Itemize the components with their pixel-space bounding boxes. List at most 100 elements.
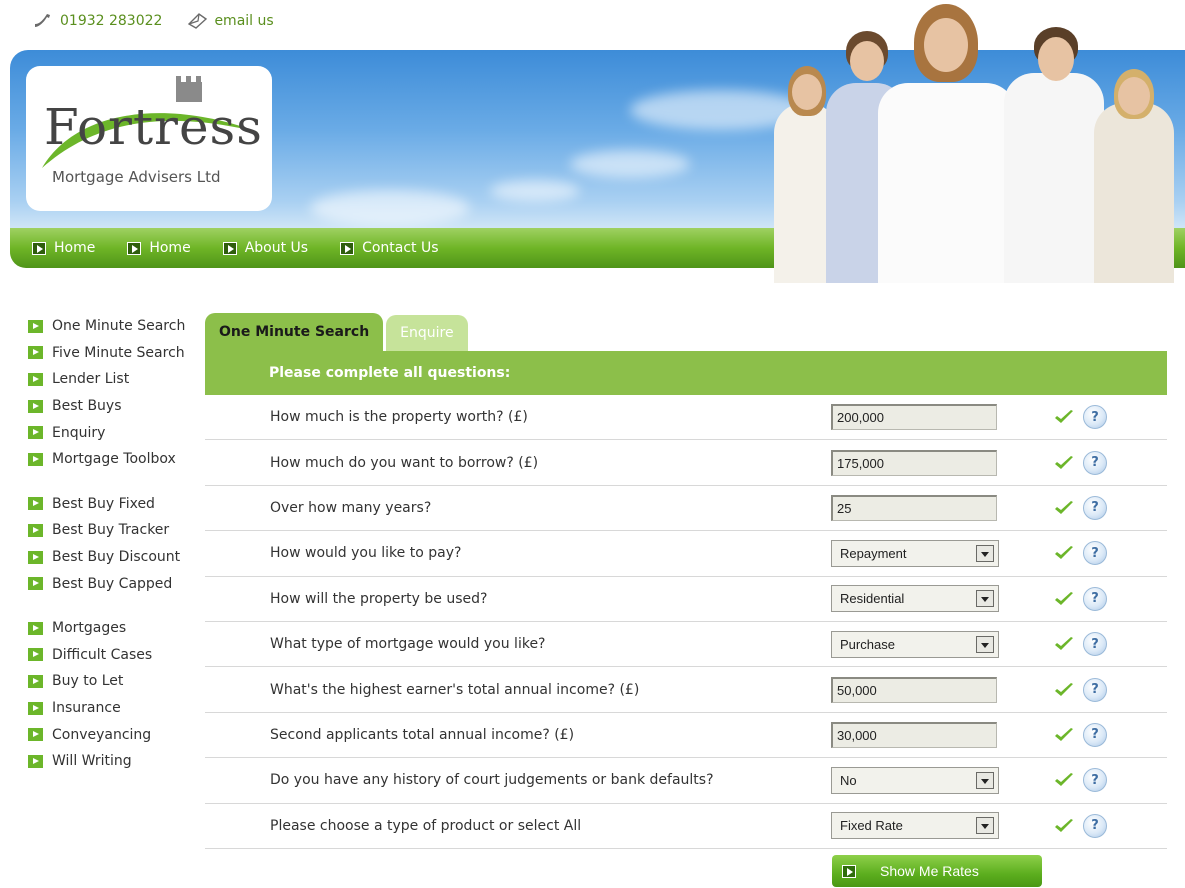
check-icon bbox=[1055, 773, 1073, 787]
help-icon[interactable]: ? bbox=[1083, 813, 1107, 838]
logo-name: Fortress bbox=[44, 98, 263, 156]
payment-type-select[interactable]: Repayment bbox=[831, 539, 999, 567]
team-photo bbox=[772, 0, 1185, 283]
dropdown-arrow-icon[interactable] bbox=[976, 817, 994, 835]
dropdown-arrow-icon[interactable] bbox=[976, 544, 994, 562]
sidebar-label: Buy to Let bbox=[52, 673, 124, 690]
arrow-right-icon bbox=[127, 241, 142, 255]
property-value-input[interactable]: 200,000 bbox=[831, 404, 997, 431]
question-label: Over how many years? bbox=[270, 499, 432, 516]
phone-item: 01932 283022 bbox=[32, 12, 162, 30]
arrow-right-icon bbox=[842, 864, 856, 878]
highest-income-input[interactable]: 50,000 bbox=[831, 676, 997, 703]
sidebar-group-search: One Minute Search Five Minute Search Len… bbox=[28, 313, 204, 473]
sidebar-item-difficult-cases[interactable]: Difficult Cases bbox=[28, 642, 204, 669]
phone-number[interactable]: 01932 283022 bbox=[60, 13, 162, 29]
second-income-input[interactable]: 30,000 bbox=[831, 721, 997, 748]
email-link[interactable]: email us bbox=[214, 13, 273, 29]
sidebar-item-one-minute-search[interactable]: One Minute Search bbox=[28, 313, 204, 340]
help-icon[interactable]: ? bbox=[1083, 541, 1107, 566]
button-label: Show Me Rates bbox=[880, 863, 979, 879]
sidebar-item-best-buys[interactable]: Best Buys bbox=[28, 393, 204, 420]
nav-home-2[interactable]: Home bbox=[127, 240, 191, 256]
sidebar-label: Conveyancing bbox=[52, 726, 152, 743]
property-use-select[interactable]: Residential bbox=[831, 585, 999, 613]
arrow-right-icon bbox=[28, 648, 43, 662]
help-icon[interactable]: ? bbox=[1083, 677, 1107, 702]
arrow-right-icon bbox=[222, 241, 237, 255]
sidebar-item-conveyancing[interactable]: Conveyancing bbox=[28, 721, 204, 748]
sidebar-item-will-writing[interactable]: Will Writing bbox=[28, 748, 204, 775]
sidebar-label: Lender List bbox=[52, 371, 130, 388]
help-icon[interactable]: ? bbox=[1083, 722, 1107, 747]
phone-icon bbox=[35, 14, 50, 27]
help-icon[interactable]: ? bbox=[1083, 450, 1107, 475]
sidebar-item-mortgages[interactable]: Mortgages bbox=[28, 615, 204, 642]
term-years-input[interactable]: 25 bbox=[831, 494, 997, 521]
nav-about-us[interactable]: About Us bbox=[222, 240, 308, 256]
help-icon[interactable]: ? bbox=[1083, 632, 1107, 657]
question-row: Over how many years? 25 ? bbox=[205, 486, 1167, 532]
sidebar-item-best-buy-discount[interactable]: Best Buy Discount bbox=[28, 544, 204, 571]
dropdown-arrow-icon[interactable] bbox=[976, 635, 994, 653]
sidebar-item-enquiry[interactable]: Enquiry bbox=[28, 419, 204, 446]
question-row: What type of mortgage would you like? Pu… bbox=[205, 622, 1167, 668]
sidebar-label: Best Buys bbox=[52, 398, 122, 415]
arrow-right-icon bbox=[28, 550, 43, 564]
sidebar-label: Mortgages bbox=[52, 620, 127, 637]
nav-contact-us[interactable]: Contact Us bbox=[340, 240, 439, 256]
help-icon[interactable]: ? bbox=[1083, 586, 1107, 611]
tab-enquire[interactable]: Enquire bbox=[386, 315, 468, 351]
help-icon[interactable]: ? bbox=[1083, 405, 1107, 430]
arrow-right-icon bbox=[340, 241, 355, 255]
sidebar-group-services: Mortgages Difficult Cases Buy to Let Ins… bbox=[28, 615, 204, 775]
mortgage-type-select[interactable]: Purchase bbox=[831, 630, 999, 658]
borrow-amount-input[interactable]: 175,000 bbox=[831, 449, 997, 476]
question-label: Do you have any history of court judgeme… bbox=[270, 772, 714, 789]
check-icon bbox=[1055, 546, 1073, 560]
check-icon bbox=[1055, 818, 1073, 832]
arrow-right-icon bbox=[28, 346, 43, 360]
logo-subtitle: Mortgage Advisers Ltd bbox=[52, 168, 221, 186]
question-row: Please choose a type of product or selec… bbox=[205, 804, 1167, 849]
sidebar-label: Best Buy Fixed bbox=[52, 495, 155, 512]
sidebar-label: Enquiry bbox=[52, 424, 106, 441]
arrow-right-icon bbox=[28, 728, 43, 742]
arrow-right-icon bbox=[28, 523, 43, 537]
sidebar-item-insurance[interactable]: Insurance bbox=[28, 695, 204, 722]
nav-home-1[interactable]: Home bbox=[32, 240, 95, 256]
arrow-right-icon bbox=[28, 621, 43, 635]
help-icon[interactable]: ? bbox=[1083, 495, 1107, 520]
arrow-right-icon bbox=[28, 426, 43, 440]
sidebar-item-mortgage-toolbox[interactable]: Mortgage Toolbox bbox=[28, 446, 204, 473]
sidebar-item-best-buy-tracker[interactable]: Best Buy Tracker bbox=[28, 517, 204, 544]
question-row: What's the highest earner's total annual… bbox=[205, 667, 1167, 713]
sidebar-item-best-buy-capped[interactable]: Best Buy Capped bbox=[28, 570, 204, 597]
show-me-rates-button[interactable]: Show Me Rates bbox=[832, 855, 1042, 887]
sidebar-nav: One Minute Search Five Minute Search Len… bbox=[28, 313, 204, 793]
sidebar-group-best-buys: Best Buy Fixed Best Buy Tracker Best Buy… bbox=[28, 491, 204, 597]
arrow-right-icon bbox=[28, 754, 43, 768]
question-row: How will the property be used? Residenti… bbox=[205, 577, 1167, 622]
select-value: Purchase bbox=[840, 636, 895, 652]
sidebar-item-best-buy-fixed[interactable]: Best Buy Fixed bbox=[28, 491, 204, 518]
help-icon[interactable]: ? bbox=[1083, 768, 1107, 793]
product-type-select[interactable]: Fixed Rate bbox=[831, 812, 999, 840]
tab-one-minute-search[interactable]: One Minute Search bbox=[205, 313, 384, 351]
question-row: How much is the property worth? (£) 200,… bbox=[205, 395, 1167, 441]
envelope-icon bbox=[188, 13, 208, 29]
arrow-right-icon bbox=[28, 372, 43, 386]
arrow-right-icon bbox=[28, 399, 43, 413]
arrow-right-icon bbox=[28, 452, 43, 466]
question-label: How much is the property worth? (£) bbox=[270, 409, 528, 426]
sidebar-item-lender-list[interactable]: Lender List bbox=[28, 366, 204, 393]
sidebar-item-buy-to-let[interactable]: Buy to Let bbox=[28, 668, 204, 695]
sidebar-item-five-minute-search[interactable]: Five Minute Search bbox=[28, 340, 204, 367]
sidebar-label: Will Writing bbox=[52, 753, 132, 770]
email-item[interactable]: email us bbox=[186, 12, 274, 30]
question-row: Do you have any history of court judgeme… bbox=[205, 758, 1167, 804]
dropdown-arrow-icon[interactable] bbox=[976, 771, 994, 789]
question-label: What type of mortgage would you like? bbox=[270, 636, 546, 653]
dropdown-arrow-icon[interactable] bbox=[976, 590, 994, 608]
credit-history-select[interactable]: No bbox=[831, 766, 999, 794]
